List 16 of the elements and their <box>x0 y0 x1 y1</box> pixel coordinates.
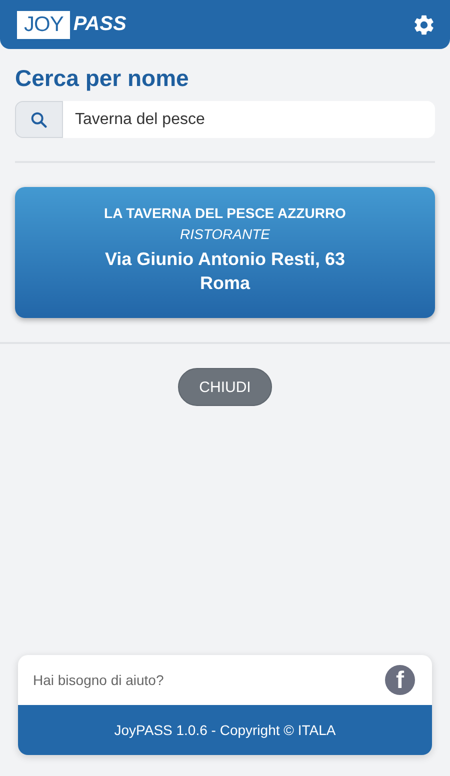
restaurant-city: Roma <box>200 273 250 294</box>
settings-icon[interactable] <box>412 12 436 36</box>
help-link[interactable]: Hai bisogno di aiuto? <box>33 672 164 688</box>
logo-box-text: JOY <box>17 10 70 38</box>
close-button[interactable]: CHIUDI <box>178 368 272 406</box>
restaurant-address: Via Giunio Antonio Resti, 63 <box>104 249 346 270</box>
restaurant-card[interactable]: LA TAVERNA DEL PESCE AZZURRO RISTORANTE Via Giunio Antonio Resti, 63 Roma <box>15 187 435 318</box>
search-field[interactable]: Taverna del pesce <box>63 101 435 138</box>
search-button[interactable] <box>15 101 63 138</box>
search-icon <box>29 110 49 130</box>
restaurant-category: RISTORANTE <box>180 226 270 242</box>
restaurant-name: LA TAVERNA DEL PESCE AZZURRO <box>104 205 346 221</box>
page-title: Cerca per nome <box>15 65 190 92</box>
logo-text: PASS <box>73 13 126 36</box>
copyright-bar: JoyPASS 1.0.6 - Copyright © ITALA <box>18 705 432 755</box>
facebook-icon[interactable]: f <box>385 665 415 695</box>
